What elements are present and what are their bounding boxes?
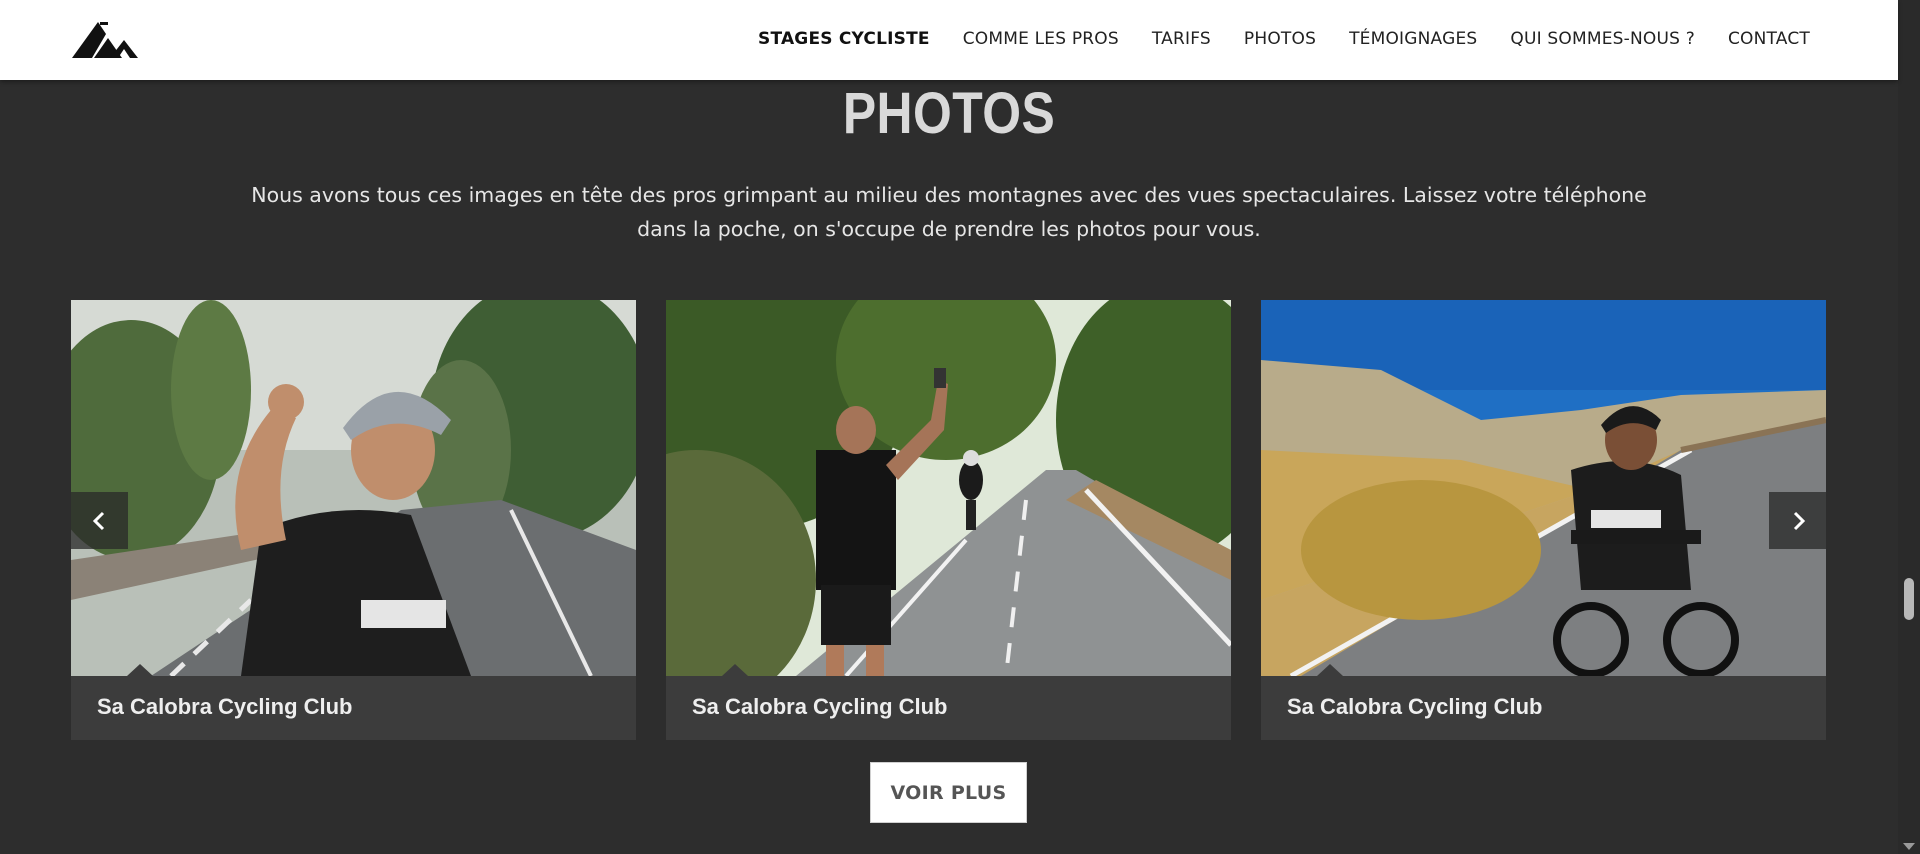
nav-temoignages[interactable]: TÉMOIGNAGES xyxy=(1349,29,1477,49)
page-scrollbar[interactable] xyxy=(1898,0,1920,854)
card-caption[interactable]: Sa Calobra Cycling Club xyxy=(97,694,353,720)
site-header: STAGES CYCLISTE COMME LES PROS TARIFS PH… xyxy=(0,0,1898,80)
chevron-right-icon xyxy=(1793,511,1805,530)
voir-plus-button[interactable]: VOIR PLUS xyxy=(870,762,1027,823)
scroll-down-arrow-icon[interactable] xyxy=(1903,843,1915,850)
intro-line-1: Nous avons tous ces images en tête des p… xyxy=(251,183,1647,207)
logo[interactable] xyxy=(70,18,140,60)
gallery-card[interactable]: Sa Calobra Cycling Club xyxy=(666,300,1231,740)
nav-contact[interactable]: CONTACT xyxy=(1728,29,1810,49)
gallery-card[interactable]: Sa Calobra Cycling Club xyxy=(1261,300,1826,740)
caption-notch xyxy=(1317,664,1343,676)
intro-line-2: dans la poche, on s'occupe de prendre le… xyxy=(637,217,1261,241)
man-photographing-cyclist-photo xyxy=(666,300,1231,676)
caption-notch xyxy=(722,664,748,676)
main-nav: STAGES CYCLISTE COMME LES PROS TARIFS PH… xyxy=(725,0,1810,78)
carousel-next-button[interactable] xyxy=(1769,492,1826,549)
cyclist-riding-coast-road-photo xyxy=(1261,300,1826,676)
chevron-left-icon xyxy=(92,511,104,530)
nav-photos[interactable]: PHOTOS xyxy=(1244,29,1316,49)
nav-tarifs[interactable]: TARIFS xyxy=(1152,29,1211,49)
scrollbar-thumb[interactable] xyxy=(1904,578,1914,620)
gallery-card[interactable]: Sa Calobra Cycling Club xyxy=(71,300,636,740)
nav-qui-sommes-nous[interactable]: QUI SOMMES-NOUS ? xyxy=(1510,29,1695,49)
section-intro: Nous avons tous ces images en tête des p… xyxy=(220,178,1678,246)
section-title: PHOTOS xyxy=(842,81,1056,146)
mountain-logo-icon xyxy=(72,22,138,58)
card-caption[interactable]: Sa Calobra Cycling Club xyxy=(1287,694,1543,720)
nav-stages-cycliste[interactable]: STAGES CYCLISTE xyxy=(758,29,930,49)
nav-comme-les-pros[interactable]: COMME LES PROS xyxy=(963,29,1119,49)
cyclist-celebrating-photo xyxy=(71,300,636,676)
card-caption[interactable]: Sa Calobra Cycling Club xyxy=(692,694,948,720)
caption-notch xyxy=(127,664,153,676)
carousel-prev-button[interactable] xyxy=(71,492,128,549)
